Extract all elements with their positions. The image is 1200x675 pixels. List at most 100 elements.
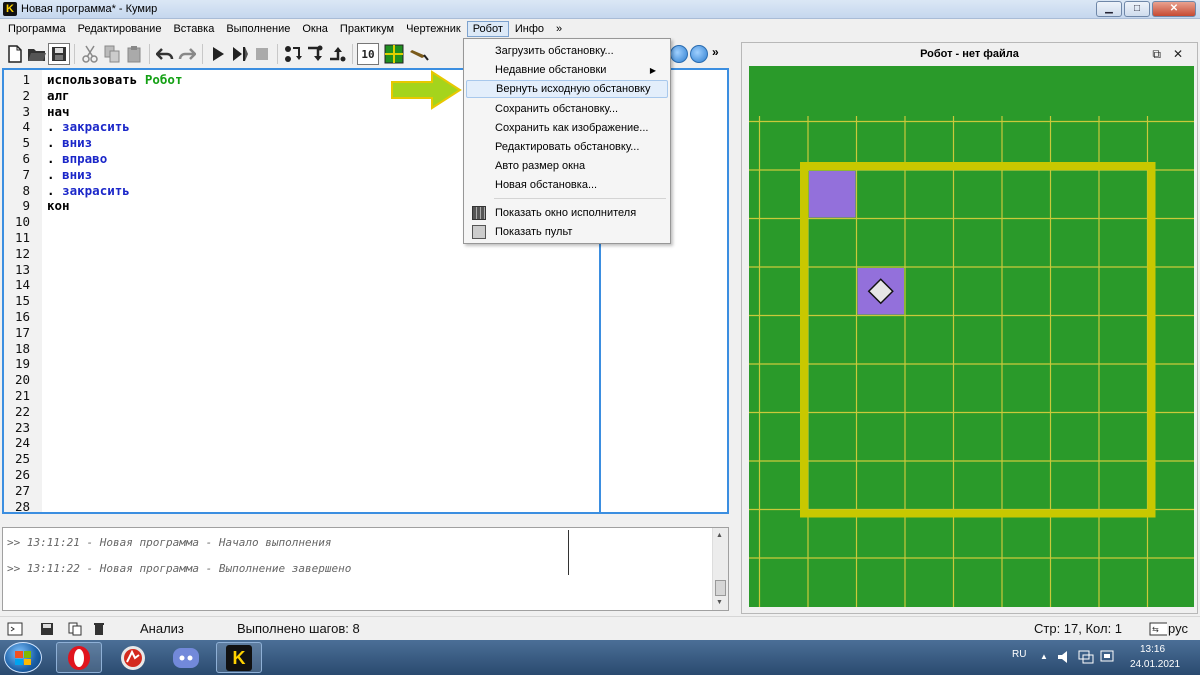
opera-taskbar-button[interactable]	[56, 642, 102, 673]
line-number: 14	[14, 277, 30, 293]
open-folder-icon[interactable]	[26, 43, 48, 65]
tray-volume-icon[interactable]	[1057, 650, 1073, 664]
cut-icon[interactable]	[79, 43, 101, 65]
globe-icon[interactable]	[670, 45, 688, 63]
code-line[interactable]: использовать Робот	[47, 72, 182, 88]
step-into-icon[interactable]	[304, 43, 326, 65]
minimize-button[interactable]: ▁	[1096, 1, 1122, 17]
robot-menu-item[interactable]: Сохранить как изображение...	[466, 119, 668, 137]
menu-item[interactable]: Окна	[296, 21, 334, 37]
menu-item[interactable]: Робот	[466, 21, 509, 37]
menu-item[interactable]: Инфо	[509, 21, 550, 37]
robot-command: закрасить	[62, 182, 130, 198]
kumir-taskbar-button[interactable]: K	[216, 642, 262, 673]
toolbar-more-icon[interactable]: »	[712, 45, 719, 63]
step-over-icon[interactable]	[282, 43, 304, 65]
code-line[interactable]: . вниз	[47, 167, 182, 183]
kumir-taskbar-icon: K	[226, 644, 252, 671]
redo-icon[interactable]	[176, 43, 198, 65]
robot-menu-item-label: Сохранить как изображение...	[495, 122, 649, 134]
console-icon[interactable]	[6, 621, 24, 637]
robot-field[interactable]	[749, 66, 1194, 607]
code-line[interactable]: кон	[47, 198, 182, 214]
robot-menu-item[interactable]: Сохранить обстановку...	[466, 100, 668, 118]
trash-icon[interactable]	[90, 621, 108, 637]
robot-menu-item-label: Авто размер окна	[495, 160, 586, 172]
analysis-label: Анализ	[140, 621, 184, 636]
menu-item[interactable]: »	[550, 21, 568, 37]
line-number: 7	[22, 166, 30, 182]
menu-item[interactable]: Чертежник	[400, 21, 467, 37]
globe-help-icon[interactable]	[690, 45, 708, 63]
robot-menu-item[interactable]: Загрузить обстановку...	[466, 42, 668, 60]
code-area[interactable]: использовать Робот алг нач. закрасить. вни…	[47, 72, 182, 214]
code-line[interactable]: алг	[47, 88, 182, 104]
output-scrollbar[interactable]: ▲ ▼	[712, 528, 728, 610]
tray-flag-icon[interactable]	[1100, 650, 1116, 664]
tray-date[interactable]: 24.01.2021	[1130, 659, 1180, 670]
tray-network-icon[interactable]	[1078, 650, 1094, 664]
line-number: 28	[14, 498, 30, 514]
step-out-icon[interactable]	[326, 43, 348, 65]
counter-icon[interactable]: 10	[357, 43, 379, 65]
undo-icon[interactable]	[154, 43, 176, 65]
tray-expand-icon[interactable]: ▲	[1040, 652, 1048, 661]
cursor-position: Стр: 17, Кол: 1	[1034, 621, 1123, 636]
menu-item[interactable]: Выполнение	[220, 21, 296, 37]
menu-item[interactable]: Вставка	[167, 21, 220, 37]
code-line[interactable]: . закрасить	[47, 119, 182, 135]
keyboard-layout-icon[interactable]: ⇆	[1149, 621, 1167, 637]
close-button[interactable]: ✕	[1152, 1, 1196, 17]
robot-menu-item-label: Недавние обстановки	[495, 64, 607, 76]
menu-item[interactable]: Программа	[2, 21, 72, 37]
code-keyword: .	[47, 182, 63, 198]
copy-small-icon[interactable]	[66, 621, 84, 637]
menu-bar: Программа Редактирование Вставка Выполнение…	[0, 19, 1200, 39]
paste-icon[interactable]	[123, 43, 145, 65]
robot-menu-item[interactable]: Недавние обстановки ▶	[466, 61, 668, 79]
run-icon[interactable]	[207, 43, 229, 65]
scroll-thumb[interactable]	[715, 580, 726, 596]
menu-item[interactable]: Практикум	[334, 21, 400, 37]
line-number-gutter: 1 2 3 4 5 6 7 8 9 10 11 12 13 14 15 16 17 18 19 20 21 22 23 24 2…	[4, 70, 42, 514]
discord-taskbar-button[interactable]	[163, 642, 209, 673]
code-line[interactable]: нач	[47, 104, 182, 120]
robot-field-icon[interactable]	[383, 43, 405, 65]
save-small-icon[interactable]	[38, 621, 56, 637]
toolbar-right-group: »	[670, 45, 719, 63]
start-button[interactable]	[4, 642, 42, 673]
robot-menu-item[interactable]: Новая обстановка...	[466, 176, 668, 194]
code-line[interactable]: . закрасить	[47, 183, 182, 199]
save-icon[interactable]	[48, 43, 70, 65]
robot-panel-title: Робот - нет файла	[920, 48, 1019, 60]
code-line[interactable]: . вправо	[47, 151, 182, 167]
kumir-app-icon: K	[3, 2, 17, 16]
robot-menu-item[interactable]: Показать окно исполнителя	[466, 204, 668, 222]
robot-menu-item[interactable]: Авто размер окна	[466, 157, 668, 175]
browser-icon	[121, 645, 145, 670]
robot-menu-item-label: Сохранить обстановку...	[495, 103, 619, 115]
run-step-icon[interactable]	[229, 43, 251, 65]
robot-menu-item[interactable]: Редактировать обстановку...	[466, 138, 668, 156]
drawer-icon[interactable]	[409, 43, 431, 65]
pointer-arrow-icon	[391, 70, 462, 110]
stop-icon[interactable]	[251, 43, 273, 65]
code-line[interactable]: . вниз	[47, 135, 182, 151]
scroll-down-icon[interactable]: ▼	[716, 599, 723, 606]
maximize-button[interactable]: □	[1124, 1, 1150, 17]
tray-language[interactable]: RU	[1012, 649, 1026, 660]
menu-item[interactable]: Редактирование	[72, 21, 168, 37]
browser-taskbar-button[interactable]	[110, 642, 156, 673]
robot-menu-item[interactable]: Вернуть исходную обстановку	[466, 80, 668, 98]
line-number: 1	[22, 72, 30, 87]
close-panel-icon[interactable]: ✕	[1173, 47, 1183, 61]
line-number: 6	[22, 151, 30, 166]
output-panel: >> 13:11:21 - Новая программа - Начало в…	[2, 527, 729, 611]
float-panel-icon[interactable]: ⧉	[1152, 47, 1161, 62]
tray-time[interactable]: 13:16	[1140, 644, 1165, 655]
copy-icon[interactable]	[101, 43, 123, 65]
scroll-up-icon[interactable]: ▲	[716, 532, 723, 539]
robot-menu-dropdown: Загрузить обстановку... Недавние обстанов…	[463, 38, 671, 244]
new-file-icon[interactable]	[4, 43, 26, 65]
robot-menu-item[interactable]: Показать пульт	[466, 223, 668, 241]
